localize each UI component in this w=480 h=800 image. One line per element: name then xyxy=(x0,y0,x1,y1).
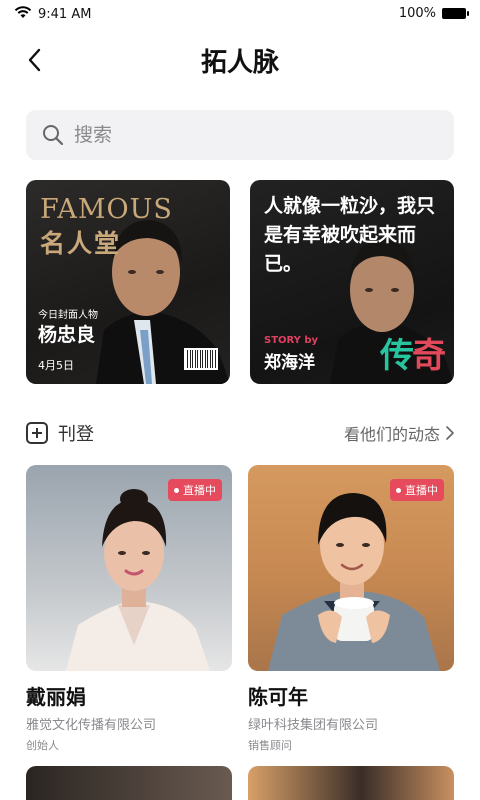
person-name: 陈可年 xyxy=(248,685,308,709)
search-bar[interactable] xyxy=(26,110,454,160)
person-company: 雅觉文化传播有限公司 xyxy=(26,718,157,733)
featured-quote: 人就像一粒沙，我只是有幸被吹起来而已。 xyxy=(264,195,436,275)
status-time: 9:41 AM xyxy=(38,7,92,22)
live-badge-label: 直播中 xyxy=(183,484,216,497)
person-role: 创始人 xyxy=(26,739,59,752)
story-by-label: STORY by xyxy=(264,335,319,346)
barcode-icon xyxy=(184,348,218,370)
publish-label: 刊登 xyxy=(58,424,94,445)
search-icon xyxy=(43,125,64,146)
battery-icon xyxy=(442,8,469,19)
person-photo: 直播中 xyxy=(26,465,232,671)
person-company: 绿叶科技集团有限公司 xyxy=(248,718,379,733)
page-title: 拓人脉 xyxy=(200,48,279,78)
nav-bar: 拓人脉 xyxy=(0,36,480,84)
view-feed-link[interactable]: 看他们的动态 xyxy=(344,421,454,445)
live-dot-icon xyxy=(396,487,401,493)
featured-tag: 今日封面人物 xyxy=(38,310,98,321)
legend-char-2: 奇 xyxy=(412,336,446,376)
featured-person-name: 杨忠良 xyxy=(38,324,96,346)
chevron-right-icon xyxy=(446,426,454,440)
featured-subtitle: 名人堂 xyxy=(40,229,122,258)
person-photo: 直播中 xyxy=(248,465,454,671)
live-badge-label: 直播中 xyxy=(405,484,438,497)
person-name: 戴丽娟 xyxy=(26,685,86,709)
person-card[interactable]: 直播中 陈可年 绿叶科技集团有限公司 销售顾问 xyxy=(248,465,454,753)
publish-button[interactable]: 刊登 xyxy=(26,420,94,446)
legend-calligraphy: 传奇 xyxy=(380,328,446,377)
battery-percent: 100% xyxy=(398,6,436,21)
person-role: 销售顾问 xyxy=(248,739,292,752)
person-photo-partial[interactable] xyxy=(248,766,454,800)
live-badge: 直播中 xyxy=(168,479,222,501)
view-feed-label: 看他们的动态 xyxy=(343,425,440,444)
plus-square-icon xyxy=(26,422,48,444)
featured-card-famous[interactable]: FAMOUS 名人堂 今日封面人物 杨忠良 4月5日 xyxy=(26,180,230,384)
featured-card-story[interactable]: 人就像一粒沙，我只是有幸被吹起来而已。 STORY by 郑海洋 传奇 xyxy=(250,180,454,384)
person-photo-partial[interactable] xyxy=(26,766,232,800)
wifi-icon xyxy=(14,6,32,23)
featured-date: 4月5日 xyxy=(38,359,74,372)
section-header: 刊登 看他们的动态 xyxy=(26,418,454,448)
live-dot-icon xyxy=(174,487,179,493)
status-bar: 9:41 AM 100% xyxy=(0,0,480,30)
featured-person-name: 郑海洋 xyxy=(264,353,315,373)
featured-headline: FAMOUS xyxy=(40,194,173,225)
search-input[interactable] xyxy=(74,124,414,146)
live-badge: 直播中 xyxy=(390,479,444,501)
legend-char-1: 传 xyxy=(380,336,414,376)
person-card[interactable]: 直播中 戴丽娟 雅觉文化传播有限公司 创始人 xyxy=(26,465,232,753)
